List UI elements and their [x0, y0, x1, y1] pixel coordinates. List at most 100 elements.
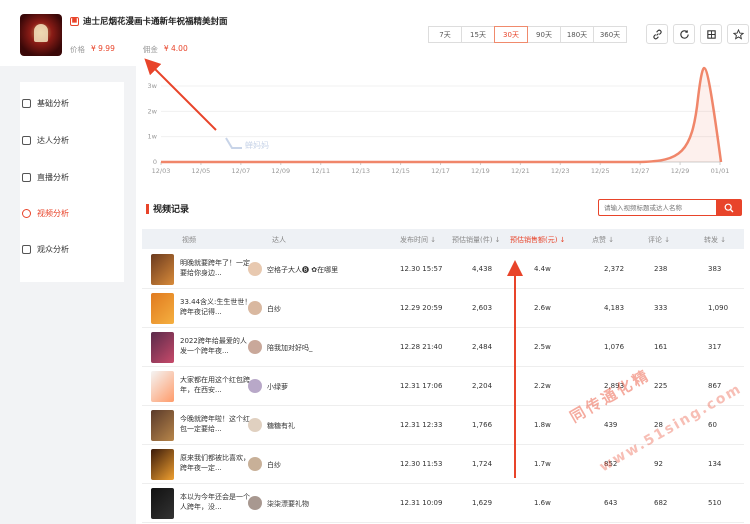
table-row[interactable]: 33.44含义:生生世世！跨年夜记得... 白纱 12.29 20:59 2,603 2… [142, 289, 744, 328]
x-tick-label: 12/17 [431, 167, 450, 175]
creator-name[interactable]: 陪我加对好吗_ [267, 343, 313, 353]
shares-cell: 1,090 [708, 304, 729, 312]
video-title[interactable]: 2022跨年给最爱的人发一个跨年夜... [180, 336, 252, 358]
y-tick-label: 2w [148, 107, 158, 115]
video-thumbnail[interactable] [151, 332, 174, 363]
avatar[interactable] [248, 457, 262, 471]
x-tick-label: 12/27 [631, 167, 650, 175]
search-input[interactable] [599, 200, 716, 215]
video-thumbnail[interactable] [151, 449, 174, 480]
shares-cell: 134 [708, 460, 722, 468]
col-shares[interactable]: 转发 ↓ [704, 235, 726, 245]
video-title[interactable]: 原来我们都被比喜欢，跨年夜一定... [180, 453, 252, 475]
video-title[interactable]: 今晚就跨年啦！这个红包一定要给... [180, 414, 252, 436]
avatar[interactable] [248, 418, 262, 432]
avatar[interactable] [248, 262, 262, 276]
avatar[interactable] [248, 340, 262, 354]
col-est-revenue[interactable]: 预估销售额(元) ↓ [510, 235, 566, 245]
avatar[interactable] [248, 496, 262, 510]
table-row[interactable]: 原来我们都被比喜欢，跨年夜一定... 白纱 12.30 11:53 1,724 1.7w… [142, 445, 744, 484]
video-thumbnail[interactable] [151, 293, 174, 324]
est-sales-cell: 4,438 [472, 265, 493, 273]
comments-cell: 225 [654, 382, 668, 390]
y-tick-label: 3w [148, 82, 158, 90]
x-tick-label: 12/21 [511, 167, 530, 175]
x-tick-label: 12/07 [231, 167, 250, 175]
section-title: 视频记录 [146, 202, 189, 215]
x-tick-label: 12/25 [591, 167, 610, 175]
video-thumbnail[interactable] [151, 488, 174, 519]
shares-cell: 383 [708, 265, 722, 273]
table-header: 视频 达人 发布时间 ↓ 预估销量(件) ↓ 预估销售额(元) ↓ 点赞 ↓ 评… [142, 229, 744, 249]
x-tick-label: 12/03 [152, 167, 171, 175]
comments-cell: 333 [654, 304, 668, 312]
range-30d[interactable]: 30天 [494, 26, 528, 43]
est-sales-cell: 2,204 [472, 382, 493, 390]
est-sales-cell: 2,603 [472, 304, 493, 312]
search-button[interactable] [716, 200, 741, 215]
creator-name[interactable]: 白纱 [267, 304, 281, 314]
x-tick-label: 12/29 [671, 167, 690, 175]
video-thumbnail[interactable] [151, 371, 174, 402]
video-thumbnail[interactable] [151, 254, 174, 285]
likes-cell: 4,183 [604, 304, 625, 312]
avatar[interactable] [248, 379, 262, 393]
video-icon [22, 209, 31, 218]
search-icon [724, 203, 733, 212]
sales-trend-chart: 0 1w 2w 3w 12/03 12/05 12/07 12/09 12/11 12/13 12/… [148, 66, 729, 175]
col-publish-time[interactable]: 发布时间 ↓ [400, 235, 436, 245]
publish-time-cell: 12.30 15:57 [400, 265, 443, 273]
video-title[interactable]: 33.44含义:生生世世！跨年夜记得... [180, 297, 252, 319]
sidebar-item-label: 视频分析 [37, 209, 69, 218]
x-tick-label: 12/15 [391, 167, 410, 175]
creator-name[interactable]: 柒柒漂要礼物 [267, 499, 309, 509]
shares-cell: 317 [708, 343, 722, 351]
likes-cell: 643 [604, 499, 618, 507]
publish-time-cell: 12.30 11:53 [400, 460, 443, 468]
est-sales-cell: 1,724 [472, 460, 493, 468]
x-tick-label: 12/05 [192, 167, 211, 175]
col-est-sales[interactable]: 预估销量(件) ↓ [452, 235, 501, 245]
chart-watermark: 蝉妈妈 [245, 140, 269, 150]
publish-time-cell: 12.29 20:59 [400, 304, 443, 312]
sidebar-item-audience[interactable]: 观众分析 [22, 244, 69, 255]
est-revenue-cell: 2.5w [534, 343, 551, 351]
chart-watermark-logo [225, 137, 242, 149]
col-video: 视频 [182, 236, 196, 244]
est-revenue-cell: 1.7w [534, 460, 551, 468]
col-comments[interactable]: 评论 ↓ [648, 235, 670, 245]
video-title[interactable]: 大家都在用这个红包跨年，在西安... [180, 375, 252, 397]
creator-name[interactable]: 空格子大人🅑 ✿在哪里 [267, 265, 338, 275]
est-revenue-cell: 1.8w [534, 421, 551, 429]
table-row[interactable]: 大家都在用这个红包跨年，在西安... 小绿萝 12.31 17:06 2,204 2.2… [142, 367, 744, 406]
sidebar-item-video[interactable]: 视频分析 [22, 208, 69, 219]
publish-time-cell: 12.31 17:06 [400, 382, 443, 390]
x-tick-label: 12/11 [311, 167, 330, 175]
col-likes[interactable]: 点赞 ↓ [592, 235, 614, 245]
shares-cell: 510 [708, 499, 722, 507]
creator-name[interactable]: 小绿萝 [267, 382, 288, 392]
creator-name[interactable]: 白纱 [267, 460, 281, 470]
video-title[interactable]: 本以为今年还会是一个人跨年，没... [180, 492, 252, 514]
video-title[interactable]: 明晚就要跨年了！一定要给你身边... [180, 258, 252, 280]
comments-cell: 682 [654, 499, 668, 507]
publish-time-cell: 12.31 12:33 [400, 421, 443, 429]
video-thumbnail[interactable] [151, 410, 174, 441]
est-revenue-cell: 2.2w [534, 382, 551, 390]
x-tick-label: 12/19 [471, 167, 490, 175]
est-revenue-cell: 1.6w [534, 499, 551, 507]
x-tick-label: 12/23 [551, 167, 570, 175]
table-row[interactable]: 2022跨年给最爱的人发一个跨年夜... 陪我加对好吗_ 12.28 21:40 2,… [142, 328, 744, 367]
y-tick-label: 0 [153, 158, 157, 166]
comments-cell: 238 [654, 265, 668, 273]
shares-cell: 867 [708, 382, 722, 390]
creator-name[interactable]: 糖糖有礼 [267, 421, 295, 431]
est-revenue-cell: 4.4w [534, 265, 551, 273]
sidebar-item-label: 观众分析 [37, 245, 69, 254]
est-sales-cell: 1,629 [472, 499, 493, 507]
avatar[interactable] [248, 301, 262, 315]
x-tick-label: 12/09 [271, 167, 290, 175]
table-row[interactable]: 明晚就要跨年了！一定要给你身边... 空格子大人🅑 ✿在哪里 12.30 15:57… [142, 250, 744, 289]
publish-time-cell: 12.28 21:40 [400, 343, 443, 351]
table-row[interactable]: 本以为今年还会是一个人跨年，没... 柒柒漂要礼物 12.31 10:09 1,629… [142, 484, 744, 523]
